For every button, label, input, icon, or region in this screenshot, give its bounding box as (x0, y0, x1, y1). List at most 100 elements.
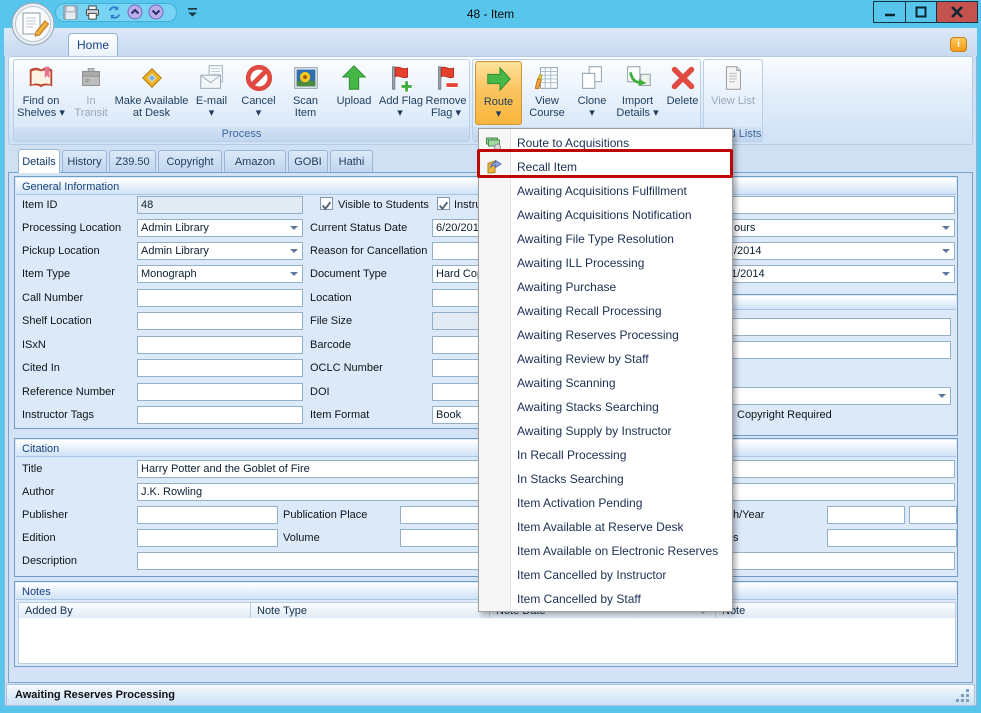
processing-location-label: Processing Location (22, 222, 121, 234)
refresh-icon[interactable] (105, 4, 123, 20)
tab-gobi[interactable]: GOBI (288, 150, 328, 172)
tab-details[interactable]: Details (18, 149, 60, 173)
cancel-button[interactable]: Cancel▾ (234, 61, 283, 125)
notes-column-note-type[interactable]: Note Type (250, 602, 490, 619)
menu-item-awaiting-acquisitions-notification[interactable]: Awaiting Acquisitions Notification (480, 203, 731, 227)
add-flag-button[interactable]: Add Flag▾ (379, 61, 421, 125)
email-button[interactable]: E-mail▾ (190, 61, 233, 125)
upload-button[interactable]: Upload (330, 61, 378, 125)
menu-item-awaiting-acquisitions-fulfillment[interactable]: Awaiting Acquisitions Fulfillment (480, 179, 731, 203)
delete-button[interactable]: Delete (663, 61, 702, 125)
year-field[interactable] (909, 506, 957, 524)
notes-column-note[interactable]: Note (715, 602, 956, 619)
minimize-icon (883, 6, 897, 18)
menu-item-item-cancelled-by-instructor[interactable]: Item Cancelled by Instructor (480, 563, 731, 587)
cited-in-field[interactable] (137, 359, 303, 377)
close-button[interactable] (936, 1, 978, 23)
notes-table-body[interactable] (18, 618, 956, 664)
visible-to-students-checkbox[interactable] (320, 197, 333, 210)
item-id-field[interactable]: 48 (137, 196, 303, 214)
menu-item-awaiting-review-by-staff[interactable]: Awaiting Review by Staff (480, 347, 731, 371)
menu-item-awaiting-stacks-searching[interactable]: Awaiting Stacks Searching (480, 395, 731, 419)
print-icon[interactable] (83, 4, 101, 20)
view-list-button[interactable]: View List (706, 61, 760, 125)
item-id-label: Item ID (22, 199, 57, 211)
month-field[interactable] (827, 506, 905, 524)
menu-item-awaiting-supply-by-instructor[interactable]: Awaiting Supply by Instructor (480, 419, 731, 443)
menu-item-item-available-on-electronic-reserves[interactable]: Item Available on Electronic Reserves (480, 539, 731, 563)
make-available-at-desk-button[interactable]: Make Availableat Desk (114, 61, 189, 125)
minimize-button[interactable] (873, 1, 906, 23)
publisher-field[interactable] (137, 506, 278, 524)
reference-number-label: Reference Number (22, 386, 115, 398)
menu-item-route-to-acquisitions[interactable]: Route to Acquisitions (480, 131, 731, 155)
route-button[interactable]: Route▾ (475, 61, 522, 125)
maximize-button[interactable] (905, 1, 937, 23)
menu-item-awaiting-scanning[interactable]: Awaiting Scanning (480, 371, 731, 395)
edition-field[interactable] (137, 529, 278, 547)
navigate-up-icon[interactable] (126, 4, 144, 20)
instructor-provided-checkbox[interactable] (437, 197, 450, 210)
visible-to-students-label: Visible to Students (338, 199, 429, 211)
current-status-date-label: Current Status Date (310, 222, 407, 234)
status-bar: Awaiting Reserves Processing (6, 684, 975, 706)
ribbon-tab-strip (4, 28, 977, 56)
dropdown-arrow-icon (290, 272, 298, 276)
tab-copyright[interactable]: Copyright (158, 150, 222, 172)
menu-item-item-activation-pending[interactable]: Item Activation Pending (480, 491, 731, 515)
isxn-field[interactable] (137, 336, 303, 354)
cited-in-label: Cited In (22, 362, 60, 374)
volume-label: Volume (283, 532, 320, 544)
resize-grip[interactable] (956, 688, 970, 702)
processing-location-combo[interactable]: Admin Library (137, 219, 303, 237)
remove-flag-button[interactable]: RemoveFlag ▾ (422, 61, 470, 125)
application-menu-button[interactable] (11, 2, 55, 46)
menu-item-awaiting-file-type-resolution[interactable]: Awaiting File Type Resolution (480, 227, 731, 251)
reason-for-cancellation-label: Reason for Cancellation (310, 245, 427, 257)
close-icon (950, 6, 964, 18)
month-year-label: h/Year (733, 509, 764, 521)
document-type-label: Document Type (310, 268, 387, 280)
scan-item-button[interactable]: ScanItem (284, 61, 327, 125)
instructor-tags-field[interactable] (137, 406, 303, 424)
view-course-button[interactable]: ViewCourse (524, 61, 570, 125)
pickup-location-combo[interactable]: Admin Library (137, 242, 303, 260)
menu-item-in-stacks-searching[interactable]: In Stacks Searching (480, 467, 731, 491)
ribbon-tab-home[interactable]: Home (68, 33, 118, 56)
menu-item-in-recall-processing[interactable]: In Recall Processing (480, 443, 731, 467)
tab-z3950[interactable]: Z39.50 (109, 150, 156, 172)
shelf-location-label: Shelf Location (22, 315, 92, 327)
menu-item-awaiting-reserves-processing[interactable]: Awaiting Reserves Processing (480, 323, 731, 347)
menu-item-recall-item[interactable]: Recall Item (480, 155, 731, 179)
shelf-location-field[interactable] (137, 312, 303, 330)
help-icon[interactable]: i (950, 37, 967, 52)
import-details-button[interactable]: ImportDetails ▾ (613, 61, 662, 125)
menu-item-awaiting-recall-processing[interactable]: Awaiting Recall Processing (480, 299, 731, 323)
call-number-field[interactable] (137, 289, 303, 307)
pages-field[interactable] (827, 529, 957, 547)
menu-item-item-cancelled-by-staff[interactable]: Item Cancelled by Staff (480, 587, 731, 611)
tab-hathi[interactable]: Hathi (330, 150, 373, 172)
table-pencil-icon (524, 61, 570, 95)
navigate-down-icon[interactable] (147, 4, 165, 20)
menu-item-item-available-at-reserve-desk[interactable]: Item Available at Reserve Desk (480, 515, 731, 539)
clone-button[interactable]: Clone▾ (572, 61, 612, 125)
item-type-combo[interactable]: Monograph (137, 265, 303, 283)
title-label: Title (22, 463, 42, 475)
copyright-required-label: Copyright Required (737, 409, 832, 421)
menu-item-awaiting-purchase[interactable]: Awaiting Purchase (480, 275, 731, 299)
tab-amazon[interactable]: Amazon (224, 150, 286, 172)
in-transit-button[interactable]: InTransit (69, 61, 113, 125)
save-icon[interactable] (61, 4, 79, 20)
find-on-shelves-button[interactable]: Find onShelves ▾ (15, 61, 67, 125)
menu-item-awaiting-ill-processing[interactable]: Awaiting ILL Processing (480, 251, 731, 275)
notes-column-added-by[interactable]: Added By (18, 602, 251, 619)
red-x-icon (663, 61, 702, 95)
import-page-icon (613, 61, 662, 95)
tab-history[interactable]: History (62, 150, 107, 172)
dropdown-arrow-icon (942, 249, 950, 253)
reference-number-field[interactable] (137, 383, 303, 401)
author-label: Author (22, 486, 54, 498)
envelope-icon (190, 61, 233, 95)
customize-quick-access-icon[interactable] (183, 4, 201, 20)
